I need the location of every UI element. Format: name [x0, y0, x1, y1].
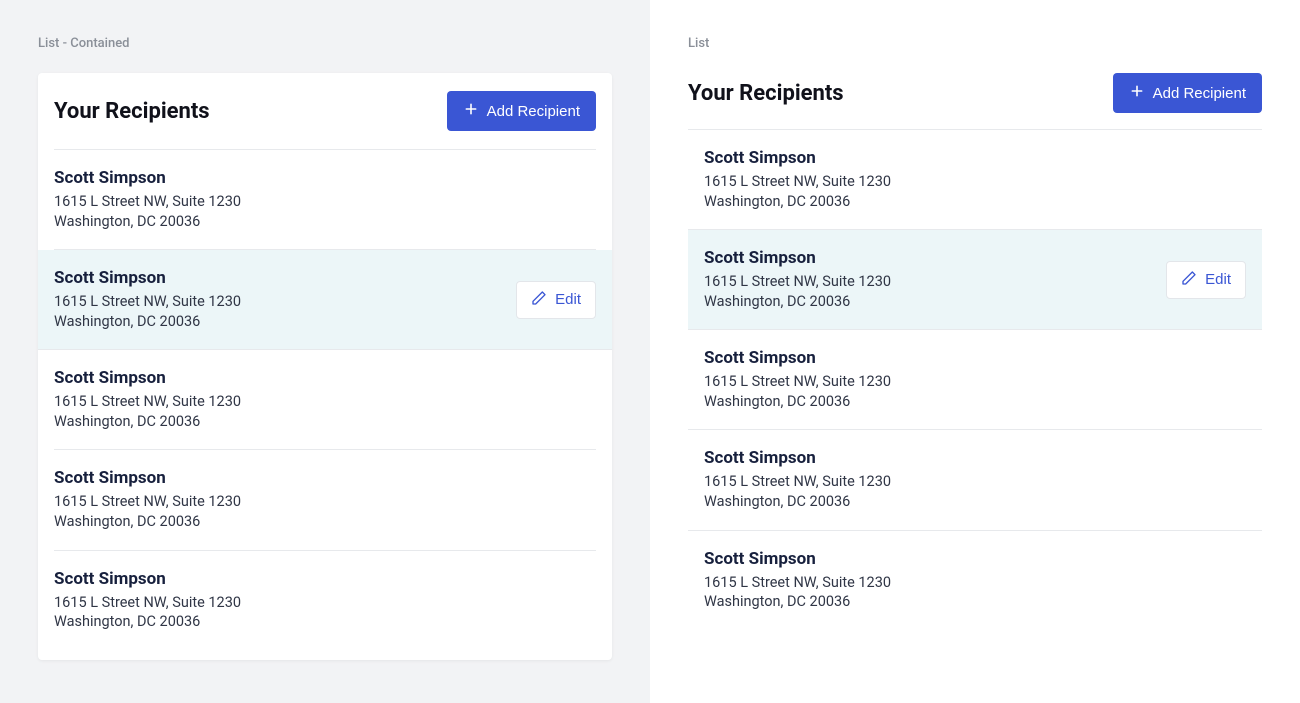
recipient-address-line2: Washington, DC 20036 [704, 492, 891, 512]
add-recipient-label: Add Recipient [487, 103, 580, 120]
recipient-name: Scott Simpson [54, 569, 241, 589]
list-item-info: Scott Simpson 1615 L Street NW, Suite 12… [704, 549, 891, 612]
list-item-info: Scott Simpson 1615 L Street NW, Suite 12… [704, 148, 891, 211]
pencil-icon [531, 290, 547, 310]
recipient-address-line1: 1615 L Street NW, Suite 1230 [54, 192, 241, 212]
recipient-address-line1: 1615 L Street NW, Suite 1230 [704, 472, 891, 492]
edit-button[interactable]: Edit [516, 281, 596, 319]
list-item[interactable]: Scott Simpson 1615 L Street NW, Suite 12… [688, 130, 1262, 230]
list-item[interactable]: Scott Simpson 1615 L Street NW, Suite 12… [688, 230, 1262, 330]
recipient-name: Scott Simpson [704, 148, 891, 168]
recipient-address-line2: Washington, DC 20036 [54, 212, 241, 232]
recipient-address-line2: Washington, DC 20036 [704, 592, 891, 612]
recipient-name: Scott Simpson [704, 448, 891, 468]
add-recipient-button[interactable]: Add Recipient [1113, 73, 1262, 113]
left-column: List - Contained Your Recipients Add Rec… [0, 0, 650, 703]
recipient-name: Scott Simpson [704, 549, 891, 569]
recipient-address-line2: Washington, DC 20036 [704, 292, 891, 312]
recipient-name: Scott Simpson [54, 268, 241, 288]
recipient-address-line1: 1615 L Street NW, Suite 1230 [704, 372, 891, 392]
recipient-address-line1: 1615 L Street NW, Suite 1230 [54, 392, 241, 412]
recipient-address-line2: Washington, DC 20036 [54, 312, 241, 332]
list-item-info: Scott Simpson 1615 L Street NW, Suite 12… [54, 168, 241, 231]
add-recipient-label: Add Recipient [1153, 85, 1246, 102]
recipient-address-line1: 1615 L Street NW, Suite 1230 [54, 492, 241, 512]
edit-button[interactable]: Edit [1166, 261, 1246, 299]
section-label-plain: List [688, 36, 1262, 51]
list-item[interactable]: Scott Simpson 1615 L Street NW, Suite 12… [688, 531, 1262, 630]
recipient-name: Scott Simpson [54, 168, 241, 188]
recipient-name: Scott Simpson [54, 368, 241, 388]
recipient-address-line1: 1615 L Street NW, Suite 1230 [704, 272, 891, 292]
section-label-contained: List - Contained [38, 36, 612, 51]
recipient-address-line2: Washington, DC 20036 [704, 392, 891, 412]
recipient-address-line1: 1615 L Street NW, Suite 1230 [54, 292, 241, 312]
list-item-info: Scott Simpson 1615 L Street NW, Suite 12… [54, 569, 241, 632]
edit-label: Edit [555, 291, 581, 308]
recipient-name: Scott Simpson [54, 468, 241, 488]
list-item-info: Scott Simpson 1615 L Street NW, Suite 12… [704, 448, 891, 511]
list-item[interactable]: Scott Simpson 1615 L Street NW, Suite 12… [688, 330, 1262, 430]
list-item[interactable]: Scott Simpson 1615 L Street NW, Suite 12… [54, 450, 596, 550]
edit-label: Edit [1205, 271, 1231, 288]
right-column: List Your Recipients Add Recipient Scott… [650, 0, 1300, 703]
plus-icon [1129, 83, 1145, 103]
plain-header: Your Recipients Add Recipient [688, 73, 1262, 130]
list-item-info: Scott Simpson 1615 L Street NW, Suite 12… [704, 348, 891, 411]
list-item[interactable]: Scott Simpson 1615 L Street NW, Suite 12… [54, 150, 596, 250]
list-item[interactable]: Scott Simpson 1615 L Street NW, Suite 12… [38, 250, 612, 350]
recipient-name: Scott Simpson [704, 248, 891, 268]
list-item-info: Scott Simpson 1615 L Street NW, Suite 12… [54, 268, 241, 331]
recipients-title: Your Recipients [688, 81, 844, 106]
recipient-name: Scott Simpson [704, 348, 891, 368]
recipient-address-line1: 1615 L Street NW, Suite 1230 [54, 593, 241, 613]
recipients-card: Your Recipients Add Recipient Scott Simp… [38, 73, 612, 660]
recipient-address-line2: Washington, DC 20036 [54, 412, 241, 432]
list-item-info: Scott Simpson 1615 L Street NW, Suite 12… [54, 368, 241, 431]
pencil-icon [1181, 270, 1197, 290]
list-item-info: Scott Simpson 1615 L Street NW, Suite 12… [54, 468, 241, 531]
card-header: Your Recipients Add Recipient [54, 73, 596, 150]
list-item[interactable]: Scott Simpson 1615 L Street NW, Suite 12… [54, 350, 596, 450]
recipients-list-contained: Scott Simpson 1615 L Street NW, Suite 12… [54, 150, 596, 650]
list-item-info: Scott Simpson 1615 L Street NW, Suite 12… [704, 248, 891, 311]
plus-icon [463, 101, 479, 121]
recipient-address-line2: Washington, DC 20036 [704, 192, 891, 212]
recipient-address-line1: 1615 L Street NW, Suite 1230 [704, 172, 891, 192]
add-recipient-button[interactable]: Add Recipient [447, 91, 596, 131]
recipient-address-line2: Washington, DC 20036 [54, 512, 241, 532]
list-item[interactable]: Scott Simpson 1615 L Street NW, Suite 12… [688, 430, 1262, 530]
recipient-address-line2: Washington, DC 20036 [54, 612, 241, 632]
recipients-title: Your Recipients [54, 99, 210, 124]
list-item[interactable]: Scott Simpson 1615 L Street NW, Suite 12… [54, 551, 596, 650]
recipients-list-plain: Scott Simpson 1615 L Street NW, Suite 12… [688, 130, 1262, 630]
recipient-address-line1: 1615 L Street NW, Suite 1230 [704, 573, 891, 593]
